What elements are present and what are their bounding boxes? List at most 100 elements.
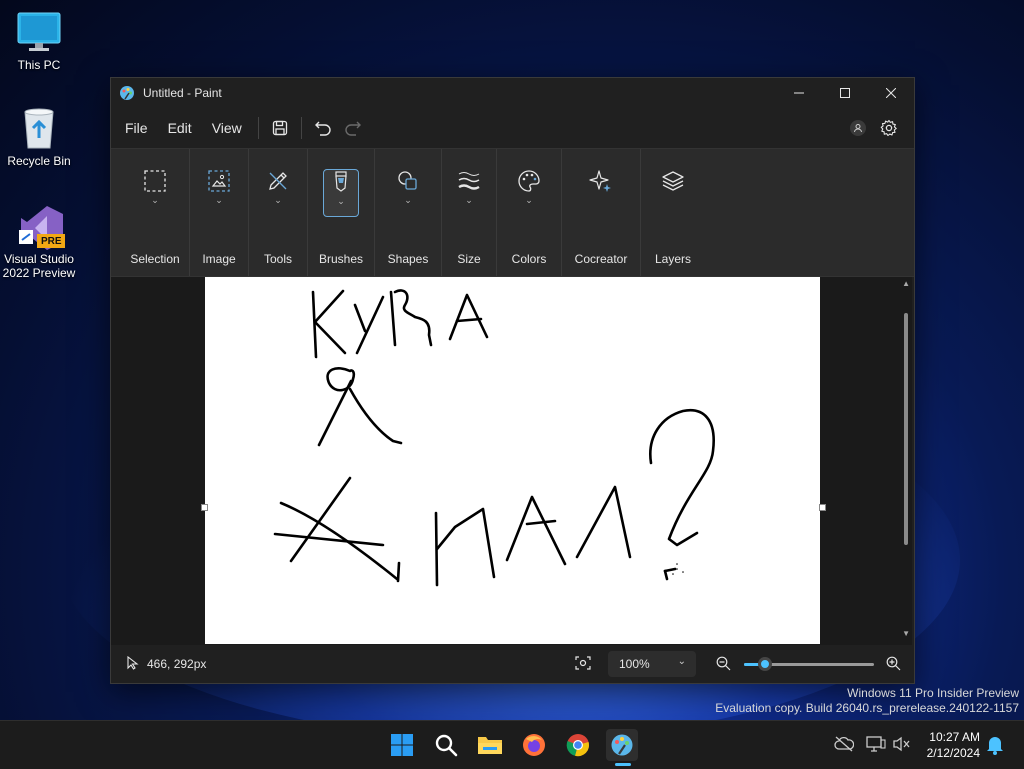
scroll-down-icon[interactable]: ▼ bbox=[902, 629, 910, 638]
desktop-icon-recycle-bin[interactable]: Recycle Bin bbox=[0, 106, 78, 168]
ribbon-label-shapes: Shapes bbox=[387, 252, 429, 266]
zoom-dropdown[interactable]: 100% ⌄ bbox=[608, 651, 696, 677]
menu-view[interactable]: View bbox=[202, 114, 252, 142]
chevron-down-icon: ⌄ bbox=[677, 656, 686, 667]
pencil-icon bbox=[269, 172, 287, 190]
start-icon bbox=[391, 734, 413, 756]
zoom-in-icon bbox=[886, 656, 901, 671]
ribbon-toolbar: ⌄ Selection ⌄ Image ⌄ Tools ⌄ Brushes ⌄ … bbox=[111, 148, 914, 277]
account-icon bbox=[854, 124, 862, 133]
stroke-size-icon bbox=[458, 172, 480, 190]
ribbon-label-colors: Colors bbox=[511, 252, 547, 266]
brush-icon bbox=[335, 171, 347, 192]
save-button[interactable] bbox=[265, 113, 295, 143]
menu-separator bbox=[300, 117, 302, 139]
desktop-icon-this-pc[interactable]: This PC bbox=[0, 10, 78, 72]
chevron-down-icon: ⌄ bbox=[337, 196, 345, 206]
active-app-indicator bbox=[615, 763, 631, 766]
ribbon-group-tools[interactable]: ⌄ Tools bbox=[249, 149, 308, 276]
notification-bell-icon[interactable] bbox=[986, 735, 1004, 760]
menu-file[interactable]: File bbox=[115, 114, 158, 142]
ribbon-label-tools: Tools bbox=[263, 252, 292, 266]
fit-to-window-button[interactable] bbox=[575, 656, 591, 673]
chevron-down-icon: ⌄ bbox=[525, 195, 533, 205]
maximize-icon bbox=[840, 88, 850, 98]
undo-icon bbox=[314, 121, 331, 136]
canvas-resize-handle-left[interactable] bbox=[201, 504, 208, 511]
recycle-bin-icon bbox=[17, 106, 61, 150]
desktop-icon-label: Visual Studio 2022 Preview bbox=[2, 252, 76, 280]
paint-window: Untitled - Paint File Edit View ⌄ Select… bbox=[110, 77, 915, 684]
volume-muted-icon[interactable] bbox=[892, 736, 912, 757]
window-title: Untitled - Paint bbox=[143, 86, 222, 100]
firefox-icon bbox=[523, 734, 545, 756]
chevron-down-icon: ⌄ bbox=[215, 195, 223, 205]
fit-to-window-icon bbox=[575, 656, 591, 670]
desktop-icon-label: This PC bbox=[17, 58, 61, 72]
minimize-button[interactable] bbox=[776, 78, 822, 108]
ribbon-label-selection: Selection bbox=[130, 252, 180, 266]
ribbon-group-brushes[interactable]: ⌄ Brushes bbox=[308, 149, 375, 276]
redo-button[interactable] bbox=[338, 113, 368, 143]
monitor-icon bbox=[17, 10, 61, 54]
shapes-icon bbox=[398, 171, 417, 190]
start-button[interactable] bbox=[386, 729, 418, 761]
zoom-slider-thumb[interactable] bbox=[758, 657, 772, 671]
ribbon-label-cocreator: Cocreator bbox=[574, 252, 628, 266]
ribbon-group-image[interactable]: ⌄ Image bbox=[190, 149, 249, 276]
layers-icon bbox=[662, 171, 684, 191]
windows-watermark: Windows 11 Pro Insider Preview Evaluatio… bbox=[715, 686, 1019, 716]
desktop-icon-label: Recycle Bin bbox=[7, 154, 71, 168]
network-icon[interactable] bbox=[866, 736, 886, 757]
chevron-down-icon: ⌄ bbox=[404, 195, 412, 205]
paint-icon bbox=[611, 734, 633, 756]
zoom-value: 100% bbox=[619, 657, 650, 671]
watermark-line2: Evaluation copy. Build 26040.rs_prerelea… bbox=[715, 701, 1019, 715]
status-bar: 466, 292px 100% ⌄ bbox=[111, 645, 912, 683]
scroll-up-icon[interactable]: ▲ bbox=[902, 279, 910, 288]
undo-button[interactable] bbox=[308, 113, 338, 143]
search-button[interactable] bbox=[430, 729, 462, 761]
scrollbar-thumb[interactable] bbox=[904, 313, 908, 545]
menu-edit[interactable]: Edit bbox=[158, 114, 202, 142]
drawing-canvas[interactable] bbox=[205, 277, 820, 644]
cloud-offline-icon[interactable] bbox=[834, 736, 855, 757]
pre-badge: PRE bbox=[41, 236, 62, 247]
image-icon bbox=[208, 170, 230, 192]
paint-taskbar-button[interactable] bbox=[606, 729, 638, 761]
close-button[interactable] bbox=[868, 78, 914, 108]
account-button[interactable] bbox=[850, 120, 866, 136]
maximize-button[interactable] bbox=[822, 78, 868, 108]
chrome-icon bbox=[566, 734, 589, 757]
settings-button[interactable] bbox=[874, 113, 904, 143]
vertical-scrollbar[interactable]: ▲ ▼ bbox=[902, 277, 910, 645]
system-clock[interactable]: 10:27 AM 2/12/2024 bbox=[927, 729, 980, 761]
ribbon-group-selection[interactable]: ⌄ Selection bbox=[121, 149, 190, 276]
ribbon-group-layers[interactable]: Layers bbox=[641, 149, 705, 276]
ribbon-label-brushes: Brushes bbox=[318, 252, 364, 266]
cursor-position: 466, 292px bbox=[147, 657, 207, 671]
desktop-icon-visual-studio[interactable]: PRE Visual Studio 2022 Preview bbox=[0, 204, 78, 280]
title-bar[interactable]: Untitled - Paint bbox=[111, 78, 914, 108]
ribbon-group-shapes[interactable]: ⌄ Shapes bbox=[375, 149, 442, 276]
ribbon-group-colors[interactable]: ⌄ Colors bbox=[497, 149, 562, 276]
paint-app-icon bbox=[119, 85, 135, 101]
file-explorer-button[interactable] bbox=[474, 729, 506, 761]
canvas-resize-handle-right[interactable] bbox=[819, 504, 826, 511]
save-icon bbox=[272, 120, 287, 136]
clock-date: 2/12/2024 bbox=[926, 746, 980, 760]
ribbon-group-cocreator[interactable]: Cocreator bbox=[562, 149, 641, 276]
firefox-button[interactable] bbox=[518, 729, 550, 761]
clock-time: 10:27 AM bbox=[929, 730, 980, 744]
visual-studio-icon: PRE bbox=[17, 204, 65, 250]
ribbon-label-size: Size bbox=[457, 252, 481, 266]
chrome-button[interactable] bbox=[562, 729, 594, 761]
canvas-area: ▲ ▼ bbox=[111, 277, 912, 645]
ribbon-group-size[interactable]: ⌄ Size bbox=[442, 149, 497, 276]
zoom-out-icon bbox=[716, 656, 731, 671]
zoom-out-button[interactable] bbox=[716, 656, 731, 674]
minimize-icon bbox=[794, 92, 804, 94]
zoom-in-button[interactable] bbox=[886, 656, 901, 674]
menu-bar: File Edit View bbox=[111, 108, 914, 148]
ribbon-label-image: Image bbox=[202, 252, 236, 266]
